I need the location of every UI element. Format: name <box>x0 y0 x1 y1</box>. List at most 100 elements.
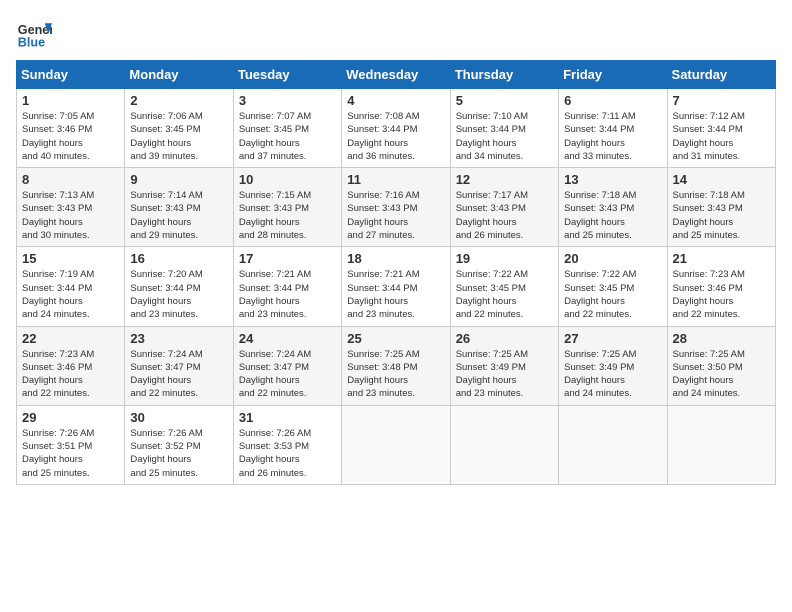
day-number: 20 <box>564 251 661 266</box>
day-number: 31 <box>239 410 336 425</box>
day-number: 26 <box>456 331 553 346</box>
day-number: 21 <box>673 251 770 266</box>
cell-text: Sunrise: 7:12 AMSunset: 3:44 PMDaylight … <box>673 111 745 162</box>
day-number: 12 <box>456 172 553 187</box>
calendar-cell: 18 Sunrise: 7:21 AMSunset: 3:44 PMDaylig… <box>342 247 450 326</box>
day-number: 2 <box>130 93 227 108</box>
calendar-cell: 25 Sunrise: 7:25 AMSunset: 3:48 PMDaylig… <box>342 326 450 405</box>
cell-text: Sunrise: 7:21 AMSunset: 3:44 PMDaylight … <box>347 269 419 320</box>
calendar-cell: 24 Sunrise: 7:24 AMSunset: 3:47 PMDaylig… <box>233 326 341 405</box>
calendar-cell: 23 Sunrise: 7:24 AMSunset: 3:47 PMDaylig… <box>125 326 233 405</box>
cell-text: Sunrise: 7:18 AMSunset: 3:43 PMDaylight … <box>564 190 636 241</box>
day-number: 14 <box>673 172 770 187</box>
day-number: 9 <box>130 172 227 187</box>
calendar-table: SundayMondayTuesdayWednesdayThursdayFrid… <box>16 60 776 485</box>
day-number: 23 <box>130 331 227 346</box>
calendar-cell: 29 Sunrise: 7:26 AMSunset: 3:51 PMDaylig… <box>17 405 125 484</box>
calendar-week-3: 15 Sunrise: 7:19 AMSunset: 3:44 PMDaylig… <box>17 247 776 326</box>
day-number: 10 <box>239 172 336 187</box>
calendar-cell: 15 Sunrise: 7:19 AMSunset: 3:44 PMDaylig… <box>17 247 125 326</box>
calendar-cell: 10 Sunrise: 7:15 AMSunset: 3:43 PMDaylig… <box>233 168 341 247</box>
cell-text: Sunrise: 7:26 AMSunset: 3:52 PMDaylight … <box>130 428 202 479</box>
day-number: 15 <box>22 251 119 266</box>
day-number: 18 <box>347 251 444 266</box>
cell-text: Sunrise: 7:23 AMSunset: 3:46 PMDaylight … <box>22 349 94 400</box>
cell-text: Sunrise: 7:14 AMSunset: 3:43 PMDaylight … <box>130 190 202 241</box>
cell-text: Sunrise: 7:26 AMSunset: 3:53 PMDaylight … <box>239 428 311 479</box>
cell-text: Sunrise: 7:24 AMSunset: 3:47 PMDaylight … <box>130 349 202 400</box>
day-number: 8 <box>22 172 119 187</box>
calendar-cell: 13 Sunrise: 7:18 AMSunset: 3:43 PMDaylig… <box>559 168 667 247</box>
calendar-cell <box>450 405 558 484</box>
day-number: 22 <box>22 331 119 346</box>
calendar-cell <box>559 405 667 484</box>
weekday-header-sunday: Sunday <box>17 61 125 89</box>
calendar-cell: 8 Sunrise: 7:13 AMSunset: 3:43 PMDayligh… <box>17 168 125 247</box>
weekday-header-monday: Monday <box>125 61 233 89</box>
day-number: 16 <box>130 251 227 266</box>
page-header: General Blue <box>16 16 776 52</box>
day-number: 5 <box>456 93 553 108</box>
calendar-cell: 22 Sunrise: 7:23 AMSunset: 3:46 PMDaylig… <box>17 326 125 405</box>
day-number: 7 <box>673 93 770 108</box>
day-number: 6 <box>564 93 661 108</box>
calendar-cell: 26 Sunrise: 7:25 AMSunset: 3:49 PMDaylig… <box>450 326 558 405</box>
cell-text: Sunrise: 7:19 AMSunset: 3:44 PMDaylight … <box>22 269 94 320</box>
cell-text: Sunrise: 7:25 AMSunset: 3:50 PMDaylight … <box>673 349 745 400</box>
weekday-header-wednesday: Wednesday <box>342 61 450 89</box>
calendar-week-5: 29 Sunrise: 7:26 AMSunset: 3:51 PMDaylig… <box>17 405 776 484</box>
logo: General Blue <box>16 16 52 52</box>
cell-text: Sunrise: 7:11 AMSunset: 3:44 PMDaylight … <box>564 111 636 162</box>
day-number: 13 <box>564 172 661 187</box>
cell-text: Sunrise: 7:07 AMSunset: 3:45 PMDaylight … <box>239 111 311 162</box>
calendar-week-1: 1 Sunrise: 7:05 AMSunset: 3:46 PMDayligh… <box>17 89 776 168</box>
calendar-cell: 5 Sunrise: 7:10 AMSunset: 3:44 PMDayligh… <box>450 89 558 168</box>
calendar-cell: 2 Sunrise: 7:06 AMSunset: 3:45 PMDayligh… <box>125 89 233 168</box>
cell-text: Sunrise: 7:15 AMSunset: 3:43 PMDaylight … <box>239 190 311 241</box>
cell-text: Sunrise: 7:20 AMSunset: 3:44 PMDaylight … <box>130 269 202 320</box>
day-number: 1 <box>22 93 119 108</box>
cell-text: Sunrise: 7:13 AMSunset: 3:43 PMDaylight … <box>22 190 94 241</box>
day-number: 27 <box>564 331 661 346</box>
cell-text: Sunrise: 7:06 AMSunset: 3:45 PMDaylight … <box>130 111 202 162</box>
calendar-cell: 14 Sunrise: 7:18 AMSunset: 3:43 PMDaylig… <box>667 168 775 247</box>
calendar-cell: 20 Sunrise: 7:22 AMSunset: 3:45 PMDaylig… <box>559 247 667 326</box>
calendar-cell: 11 Sunrise: 7:16 AMSunset: 3:43 PMDaylig… <box>342 168 450 247</box>
calendar-cell: 6 Sunrise: 7:11 AMSunset: 3:44 PMDayligh… <box>559 89 667 168</box>
calendar-cell: 30 Sunrise: 7:26 AMSunset: 3:52 PMDaylig… <box>125 405 233 484</box>
calendar-cell: 7 Sunrise: 7:12 AMSunset: 3:44 PMDayligh… <box>667 89 775 168</box>
calendar-cell: 1 Sunrise: 7:05 AMSunset: 3:46 PMDayligh… <box>17 89 125 168</box>
day-number: 11 <box>347 172 444 187</box>
day-number: 30 <box>130 410 227 425</box>
day-number: 19 <box>456 251 553 266</box>
cell-text: Sunrise: 7:26 AMSunset: 3:51 PMDaylight … <box>22 428 94 479</box>
calendar-cell: 19 Sunrise: 7:22 AMSunset: 3:45 PMDaylig… <box>450 247 558 326</box>
day-number: 28 <box>673 331 770 346</box>
weekday-header-thursday: Thursday <box>450 61 558 89</box>
cell-text: Sunrise: 7:23 AMSunset: 3:46 PMDaylight … <box>673 269 745 320</box>
calendar-cell: 4 Sunrise: 7:08 AMSunset: 3:44 PMDayligh… <box>342 89 450 168</box>
day-number: 17 <box>239 251 336 266</box>
day-number: 4 <box>347 93 444 108</box>
calendar-cell: 16 Sunrise: 7:20 AMSunset: 3:44 PMDaylig… <box>125 247 233 326</box>
calendar-week-2: 8 Sunrise: 7:13 AMSunset: 3:43 PMDayligh… <box>17 168 776 247</box>
calendar-cell: 9 Sunrise: 7:14 AMSunset: 3:43 PMDayligh… <box>125 168 233 247</box>
cell-text: Sunrise: 7:05 AMSunset: 3:46 PMDaylight … <box>22 111 94 162</box>
calendar-cell: 28 Sunrise: 7:25 AMSunset: 3:50 PMDaylig… <box>667 326 775 405</box>
calendar-cell <box>342 405 450 484</box>
cell-text: Sunrise: 7:16 AMSunset: 3:43 PMDaylight … <box>347 190 419 241</box>
day-number: 24 <box>239 331 336 346</box>
weekday-header-friday: Friday <box>559 61 667 89</box>
cell-text: Sunrise: 7:22 AMSunset: 3:45 PMDaylight … <box>564 269 636 320</box>
cell-text: Sunrise: 7:21 AMSunset: 3:44 PMDaylight … <box>239 269 311 320</box>
day-number: 29 <box>22 410 119 425</box>
calendar-cell <box>667 405 775 484</box>
cell-text: Sunrise: 7:08 AMSunset: 3:44 PMDaylight … <box>347 111 419 162</box>
cell-text: Sunrise: 7:24 AMSunset: 3:47 PMDaylight … <box>239 349 311 400</box>
cell-text: Sunrise: 7:10 AMSunset: 3:44 PMDaylight … <box>456 111 528 162</box>
calendar-cell: 12 Sunrise: 7:17 AMSunset: 3:43 PMDaylig… <box>450 168 558 247</box>
cell-text: Sunrise: 7:22 AMSunset: 3:45 PMDaylight … <box>456 269 528 320</box>
calendar-cell: 21 Sunrise: 7:23 AMSunset: 3:46 PMDaylig… <box>667 247 775 326</box>
calendar-week-4: 22 Sunrise: 7:23 AMSunset: 3:46 PMDaylig… <box>17 326 776 405</box>
cell-text: Sunrise: 7:25 AMSunset: 3:48 PMDaylight … <box>347 349 419 400</box>
